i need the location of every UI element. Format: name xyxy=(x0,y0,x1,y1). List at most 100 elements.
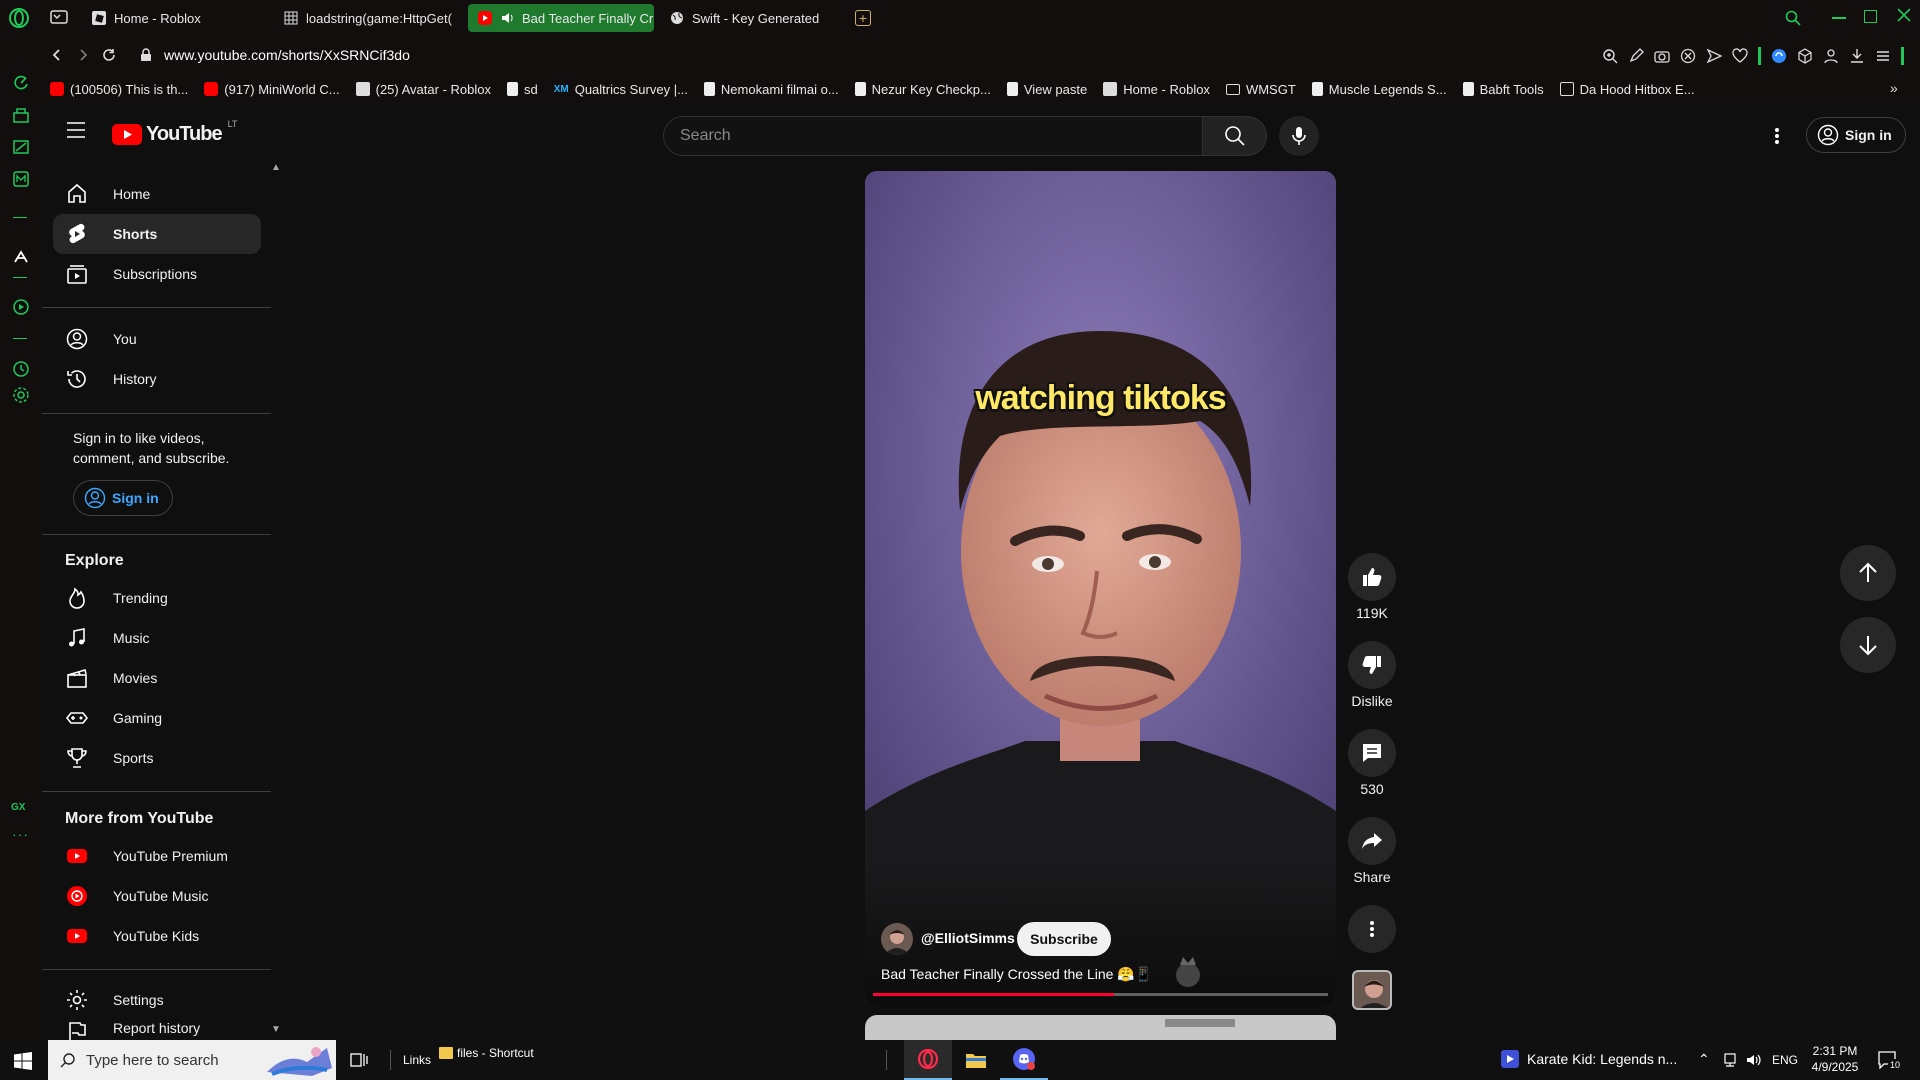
more-actions-button[interactable] xyxy=(1348,905,1396,953)
lock-icon[interactable] xyxy=(140,48,152,62)
sidebar-item-report-history[interactable]: Report history xyxy=(53,1020,261,1040)
bookmark-item[interactable]: Home - Roblox xyxy=(1103,82,1210,97)
sidebar-item-sports[interactable]: Sports xyxy=(53,738,261,778)
next-short-preview[interactable] xyxy=(865,1015,1336,1040)
tab-bad-teacher[interactable]: Bad Teacher Finally Cr xyxy=(468,4,654,32)
bookmark-item[interactable]: sd xyxy=(506,82,538,97)
bookmark-item[interactable]: View paste xyxy=(1006,82,1087,97)
bookmark-item[interactable]: (25) Avatar - Roblox xyxy=(355,82,491,97)
language-indicator[interactable]: ENG xyxy=(1772,1053,1798,1067)
dislike-button[interactable] xyxy=(1348,641,1396,689)
scroll-down-arrow-icon[interactable]: ▼ xyxy=(271,1024,281,1035)
bookmark-item[interactable]: Nezur Key Checkp... xyxy=(854,82,991,97)
audio-source-thumbnail[interactable] xyxy=(1352,970,1392,1010)
tab-search-icon[interactable] xyxy=(1785,10,1801,26)
task-view-icon[interactable] xyxy=(350,1051,368,1069)
show-hidden-icons-icon[interactable]: ⌃ xyxy=(1698,1051,1710,1068)
back-arrow-icon[interactable] xyxy=(50,48,64,62)
search-input[interactable]: Search xyxy=(663,116,1203,156)
minimize-icon[interactable] xyxy=(1832,17,1846,19)
tab-loadstring[interactable]: loadstring(game:HttpGet( xyxy=(274,4,464,32)
masthead-sign-in-button[interactable]: Sign in xyxy=(1806,117,1906,153)
messenger-icon[interactable] xyxy=(12,170,30,188)
forward-arrow-icon[interactable] xyxy=(76,48,90,62)
settings-kebab-icon[interactable] xyxy=(1774,124,1780,148)
tab-home-roblox[interactable]: Home - Roblox xyxy=(82,4,272,32)
scroll-up-arrow-icon[interactable]: ▲ xyxy=(271,162,281,173)
taskbar-opera-gx-app[interactable] xyxy=(904,1040,952,1080)
download-icon[interactable] xyxy=(1849,48,1865,64)
opera-gx-logo-icon[interactable] xyxy=(8,7,30,29)
notifications-icon[interactable]: 10 xyxy=(1878,1051,1902,1071)
voice-search-button[interactable] xyxy=(1279,116,1319,156)
taskbar-search-box[interactable]: Type here to search xyxy=(48,1040,336,1080)
maximize-icon[interactable] xyxy=(1864,10,1877,23)
more-dots-icon[interactable]: ··· xyxy=(12,826,29,842)
tab-island-icon[interactable] xyxy=(50,9,68,25)
media-widget[interactable]: Karate Kid: Legends n... xyxy=(1501,1050,1677,1068)
sidebar-item-history[interactable]: History xyxy=(53,359,261,399)
tab-swift-key[interactable]: Swift - Key Generated xyxy=(660,4,850,32)
menu-icon[interactable] xyxy=(1875,48,1891,64)
url-field[interactable]: www.youtube.com/shorts/XxSRNCif3do xyxy=(164,47,410,63)
links-toolbar-label[interactable]: Links xyxy=(403,1053,431,1067)
sidebar-item-home[interactable]: Home xyxy=(53,174,261,214)
speaker-icon[interactable] xyxy=(500,11,514,25)
settings-gear-icon[interactable] xyxy=(12,386,30,404)
bookmark-item[interactable]: Babft Tools xyxy=(1462,82,1544,97)
sidebar-item-youtube-music[interactable]: YouTube Music xyxy=(53,876,261,916)
next-short-button[interactable] xyxy=(1840,617,1896,673)
send-icon[interactable] xyxy=(1706,48,1722,64)
sidebar-item-settings[interactable]: Settings xyxy=(53,980,261,1020)
channel-name[interactable]: @ElliotSimms xyxy=(921,930,1015,946)
bookmarks-overflow-icon[interactable]: » xyxy=(1890,80,1898,96)
hamburger-menu-icon[interactable] xyxy=(66,102,86,158)
edit-icon[interactable] xyxy=(1628,48,1644,64)
gx-corner-icon[interactable] xyxy=(12,106,30,124)
youtube-logo[interactable]: YouTube LT xyxy=(112,119,237,146)
progress-track[interactable] xyxy=(873,993,1328,996)
twitch-icon[interactable] xyxy=(12,138,30,156)
short-title[interactable]: Bad Teacher Finally Crossed the Line 😤📱 xyxy=(881,966,1152,983)
short-video-player[interactable]: watching tiktoks @ElliotSimms Subscribe … xyxy=(865,171,1336,1007)
taskbar-file-explorer-app[interactable] xyxy=(952,1040,1000,1080)
reload-icon[interactable] xyxy=(102,48,116,62)
subscribe-button[interactable]: Subscribe xyxy=(1017,922,1111,956)
share-button[interactable] xyxy=(1348,817,1396,865)
comments-button[interactable] xyxy=(1348,729,1396,777)
shield-icon[interactable] xyxy=(1680,48,1696,64)
player-icon[interactable] xyxy=(12,298,30,316)
bookmark-item[interactable]: XM Qualtrics Survey |... xyxy=(554,82,688,97)
ai-assistant-icon[interactable] xyxy=(12,248,30,266)
sidebar-item-youtube-premium[interactable]: YouTube Premium xyxy=(53,836,261,876)
sidebar-item-gaming[interactable]: Gaming xyxy=(53,698,261,738)
volume-icon[interactable] xyxy=(1746,1052,1762,1068)
sidebar-item-subscriptions[interactable]: Subscriptions xyxy=(53,254,261,294)
files-shortcut[interactable]: files - Shortcut xyxy=(439,1046,534,1060)
like-button[interactable] xyxy=(1348,553,1396,601)
zoom-icon[interactable] xyxy=(1602,48,1618,64)
new-tab-plus-icon[interactable]: + xyxy=(855,10,871,26)
channel-avatar[interactable] xyxy=(881,923,913,955)
heart-icon[interactable] xyxy=(1732,48,1748,64)
sidebar-sign-in-button[interactable]: Sign in xyxy=(73,480,173,516)
network-icon[interactable] xyxy=(1722,1052,1738,1068)
bookmark-folder[interactable]: WMSGT xyxy=(1225,82,1296,97)
sidebar-item-you[interactable]: You xyxy=(53,319,261,359)
sidebar-item-trending[interactable]: Trending xyxy=(53,578,261,618)
sidebar-item-youtube-kids[interactable]: YouTube Kids xyxy=(53,916,261,956)
sidebar-item-movies[interactable]: Movies xyxy=(53,658,261,698)
close-window-icon[interactable] xyxy=(1896,7,1912,23)
bookmark-item[interactable]: (917) MiniWorld C... xyxy=(204,82,340,97)
bookmark-item[interactable]: Nemokami filmai o... xyxy=(703,82,839,97)
history-clock-icon[interactable] xyxy=(12,360,30,378)
sidebar-item-music[interactable]: Music xyxy=(53,618,261,658)
cube-icon[interactable] xyxy=(1797,48,1813,64)
windows-start-icon[interactable] xyxy=(14,1052,32,1070)
clock[interactable]: 2:31 PM 4/9/2025 xyxy=(1810,1043,1860,1075)
bookmark-item[interactable]: Da Hood Hitbox E... xyxy=(1559,82,1695,97)
camera-icon[interactable] xyxy=(1654,48,1670,64)
gx-control-icon[interactable] xyxy=(12,74,30,92)
extension-blue-icon[interactable] xyxy=(1771,48,1787,64)
search-button[interactable] xyxy=(1203,116,1267,156)
